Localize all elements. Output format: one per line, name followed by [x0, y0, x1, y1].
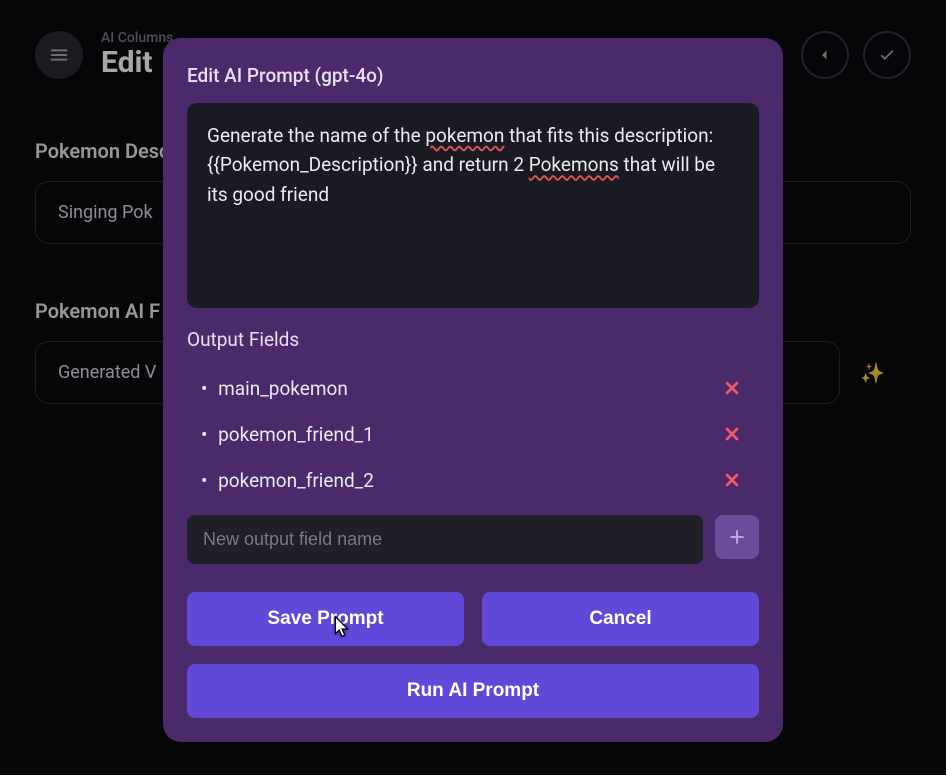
cancel-button[interactable]: Cancel — [482, 592, 759, 646]
prompt-textarea[interactable]: Generate the name of the pokemon that fi… — [187, 103, 759, 308]
spellcheck-word: Pokemons — [529, 153, 619, 176]
output-field-item: main_pokemon — [187, 365, 759, 411]
plus-icon — [727, 527, 747, 547]
output-field-name: pokemon_friend_2 — [215, 469, 374, 492]
close-icon — [722, 470, 742, 490]
output-fields-list: main_pokemon pokemon_friend_1 pokemon_fr… — [187, 365, 759, 503]
run-button[interactable]: Run AI Prompt — [187, 664, 759, 718]
modal-actions: Save Prompt Cancel — [187, 592, 759, 646]
add-field-button[interactable] — [715, 515, 759, 559]
modal-overlay: Edit AI Prompt (gpt-4o) Generate the nam… — [0, 0, 946, 775]
remove-field-button[interactable] — [719, 375, 745, 401]
close-icon — [722, 378, 742, 398]
edit-prompt-modal: Edit AI Prompt (gpt-4o) Generate the nam… — [163, 38, 783, 742]
output-field-name: main_pokemon — [215, 377, 348, 400]
modal-title: Edit AI Prompt (gpt-4o) — [187, 64, 759, 87]
save-button[interactable]: Save Prompt — [187, 592, 464, 646]
spellcheck-word: pokemon — [425, 124, 504, 147]
close-icon — [722, 424, 742, 444]
output-field-item: pokemon_friend_1 — [187, 411, 759, 457]
prompt-text: Generate the name of the — [207, 124, 425, 147]
remove-field-button[interactable] — [719, 421, 745, 447]
output-fields-label: Output Fields — [187, 328, 759, 351]
output-field-name: pokemon_friend_1 — [215, 423, 374, 446]
new-field-row — [187, 515, 759, 564]
new-field-input[interactable] — [187, 515, 703, 564]
output-field-item: pokemon_friend_2 — [187, 457, 759, 503]
remove-field-button[interactable] — [719, 467, 745, 493]
